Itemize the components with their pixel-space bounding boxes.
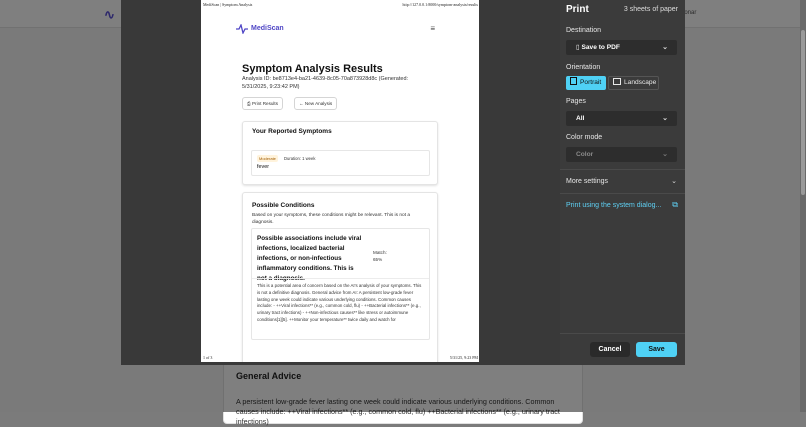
divider — [560, 193, 685, 194]
print-results-button: ⎙ Print Results — [242, 97, 284, 110]
analysis-id: Analysis ID: be8713e4-ba21-4639-8c05-70a… — [242, 76, 409, 90]
divider — [560, 169, 685, 170]
conditions-intro: Based on your symptoms, these conditions… — [252, 213, 411, 225]
hamburger-menu-icon: ≡ — [430, 24, 435, 33]
destination-label: Destination — [566, 27, 602, 34]
condition-title: Possible associations include viral infe… — [257, 235, 362, 282]
new-analysis-button: ← New Analysis — [294, 97, 338, 110]
save-button[interactable]: Save — [636, 342, 677, 357]
chevron-down-icon: ⌄ — [662, 151, 668, 158]
heartbeat-icon — [236, 24, 248, 34]
pages-select[interactable]: All ⌄ — [566, 111, 677, 126]
preview-logo-text: MediScan — [251, 25, 284, 32]
match-score: Match: 65% — [373, 250, 387, 262]
chevron-down-icon[interactable]: ⌄ — [671, 177, 677, 185]
destination-value: ▯ Save to PDF — [576, 44, 620, 51]
preview-page: MediScan | Symptom Analysis http://127.0… — [201, 0, 479, 362]
portrait-icon — [570, 77, 577, 85]
chevron-down-icon: ⌄ — [662, 44, 668, 51]
color-mode-label: Color mode — [566, 134, 603, 141]
symptoms-card: Your Reported Symptoms Moderate Duration… — [242, 121, 438, 185]
conditions-title: Possible Conditions — [252, 202, 315, 209]
landscape-icon — [613, 78, 621, 85]
print-dialog: MediScan | Symptom Analysis http://127.0… — [121, 0, 685, 365]
print-title: Print — [566, 4, 589, 15]
condition-description: This is a potential area of concern base… — [257, 283, 422, 322]
more-settings-toggle[interactable]: More settings — [566, 178, 608, 185]
preview-footer-page: 1 of 3 — [203, 355, 213, 360]
condition-item: Possible associations include viral infe… — [251, 228, 430, 340]
external-link-icon[interactable]: ⧉ — [672, 200, 678, 210]
preview-header-title: MediScan | Symptom Analysis — [203, 2, 253, 7]
symptom-item: Moderate Duration: 1 week fever — [251, 150, 430, 176]
page-scrollbar-thumb[interactable] — [801, 30, 805, 195]
print-settings-panel: Print 3 sheets of paper Destination ▯ Sa… — [560, 0, 685, 365]
symptoms-title: Your Reported Symptoms — [252, 128, 332, 135]
arrow-left-icon: ← — [299, 101, 304, 106]
chevron-down-icon: ⌄ — [662, 115, 668, 122]
portrait-option[interactable]: Portrait — [566, 76, 606, 90]
color-mode-value: Color — [576, 151, 594, 158]
sheet-count: 3 sheets of paper — [623, 6, 678, 13]
preview-footer-date: 5/31/25, 9:23 PM — [449, 355, 478, 360]
severity-badge: Moderate — [257, 155, 278, 162]
pages-label: Pages — [566, 98, 586, 105]
page-title: Symptom Analysis Results — [242, 63, 383, 75]
symptom-duration: Duration: 1 week — [284, 156, 316, 161]
conditions-card: Possible Conditions Based on your sympto… — [242, 192, 438, 362]
print-preview-area: MediScan | Symptom Analysis http://127.0… — [121, 0, 560, 365]
file-icon: ▯ — [576, 44, 580, 51]
preview-header-url: http://127.0.0.1:8000/symptom-analysis/r… — [402, 2, 478, 7]
divider — [560, 333, 685, 334]
landscape-option[interactable]: Landscape — [608, 76, 659, 90]
symptom-name: fever — [257, 164, 269, 170]
color-mode-select[interactable]: Color ⌄ — [566, 147, 677, 162]
pages-value: All — [576, 115, 585, 122]
orientation-label: Orientation — [566, 64, 601, 71]
cancel-button[interactable]: Cancel — [590, 342, 630, 357]
destination-select[interactable]: ▯ Save to PDF ⌄ — [566, 40, 677, 55]
system-dialog-link[interactable]: Print using the system dialog... — [566, 202, 661, 209]
preview-navbar: MediScan ≡ — [229, 20, 453, 40]
divider — [252, 278, 429, 279]
printer-icon: ⎙ — [247, 101, 251, 106]
